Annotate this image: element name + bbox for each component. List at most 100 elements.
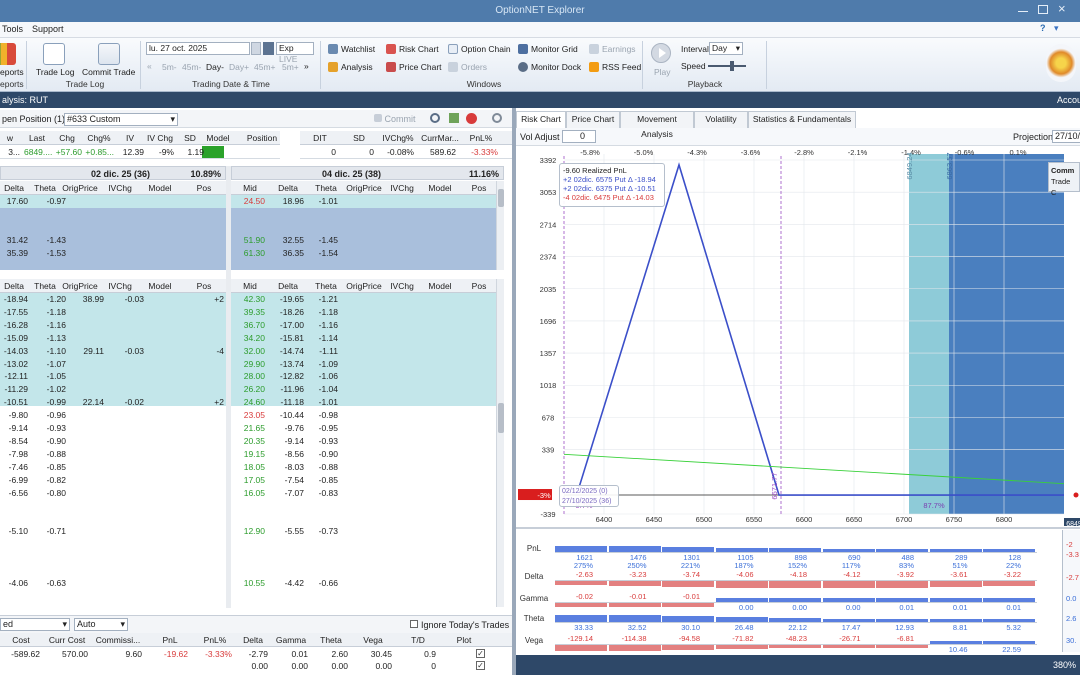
put-delta: -9.14 bbox=[8, 423, 28, 433]
greek-value-theta: 22.12 bbox=[788, 623, 807, 632]
tab-price-chart[interactable]: Price Chart bbox=[566, 111, 620, 128]
analysis-button[interactable]: Analysis bbox=[328, 62, 373, 72]
put-delta: -7.46 bbox=[8, 461, 28, 472]
maximize-icon[interactable] bbox=[1038, 5, 1048, 14]
greek-bar-gamma bbox=[715, 598, 768, 602]
exp-live-toggle[interactable]: Exp LIVE bbox=[276, 42, 314, 64]
commit-trade-button[interactable]: Commit Trade bbox=[82, 67, 135, 77]
summary-cell: +57.60 bbox=[55, 147, 82, 157]
step-forward-all-icon[interactable]: » bbox=[304, 61, 309, 71]
step-day-back[interactable]: Day- bbox=[206, 62, 224, 72]
top-percent-label: -2.8% bbox=[794, 148, 814, 157]
vol-adjust-input[interactable]: 0 bbox=[562, 130, 596, 143]
call-scrollbar[interactable] bbox=[496, 181, 504, 270]
play-icon[interactable] bbox=[651, 43, 671, 63]
put-theta-right: -1.11 bbox=[319, 345, 338, 356]
greek-value-vega: -114.38 bbox=[621, 634, 647, 643]
earnings-button[interactable]: Earnings bbox=[589, 44, 636, 54]
put-theta: -1.18 bbox=[46, 306, 66, 317]
ignore-today-checkbox[interactable] bbox=[410, 620, 418, 628]
put-delta: -10.51 bbox=[3, 397, 28, 408]
option-chain-button[interactable]: Option Chain bbox=[448, 44, 511, 54]
grid-col-header: Theta bbox=[315, 281, 337, 291]
greek-label-delta: Delta bbox=[524, 572, 544, 581]
put-theta: -0.99 bbox=[46, 397, 66, 408]
auto-select[interactable]: Auto ▾ bbox=[74, 618, 128, 631]
step-5m-forward[interactable]: 5m+ bbox=[282, 62, 299, 72]
call-theta: -0.97 bbox=[46, 196, 66, 206]
tab-risk-chart[interactable]: Risk Chart bbox=[516, 111, 566, 128]
x-tick-label: 6500 bbox=[696, 515, 713, 524]
menu-support[interactable]: Support bbox=[32, 24, 64, 34]
commission-sub: Trade C bbox=[1051, 177, 1071, 197]
speed-slider[interactable] bbox=[708, 61, 746, 71]
price-chart-button[interactable]: Price Chart bbox=[386, 62, 442, 72]
date-input[interactable]: lu. 27 oct. 2025 bbox=[146, 42, 250, 55]
minimize-icon[interactable] bbox=[1018, 11, 1028, 12]
settings-icon[interactable]: ▾ bbox=[1054, 23, 1059, 34]
close-position-icon[interactable] bbox=[466, 113, 477, 124]
rss-feed-label: RSS Feed bbox=[602, 62, 642, 72]
grid-col-header: Delta bbox=[278, 183, 298, 193]
greek-pnl-pct: 51% bbox=[952, 561, 968, 570]
commit-button[interactable]: Commit bbox=[374, 114, 416, 124]
orders-button[interactable]: Orders bbox=[448, 62, 487, 72]
step-45m-back[interactable]: 45m- bbox=[182, 62, 201, 72]
projection-input[interactable]: 27/10/ bbox=[1052, 130, 1080, 143]
close-icon[interactable]: × bbox=[1058, 1, 1066, 16]
search-icon[interactable] bbox=[430, 113, 440, 123]
put-scrollbar[interactable] bbox=[496, 279, 504, 607]
tab-movement-analysis[interactable]: Movement Analysis bbox=[620, 111, 694, 139]
x-tick-label: 6450 bbox=[646, 515, 663, 524]
y-tick-label: 2714 bbox=[540, 220, 557, 229]
put-delta-right: -11.96 bbox=[280, 384, 304, 395]
export-icon[interactable] bbox=[449, 113, 459, 123]
call-scroll-thumb[interactable] bbox=[498, 189, 504, 207]
tab-volatility[interactable]: Volatility bbox=[694, 111, 748, 128]
reports-button[interactable]: eports bbox=[0, 67, 24, 77]
reports-icon[interactable] bbox=[0, 43, 16, 65]
vol-adjust-label: Vol Adjust bbox=[520, 132, 560, 142]
calendar-icon[interactable] bbox=[251, 42, 261, 55]
monitor-dock-button[interactable]: Monitor Dock bbox=[518, 62, 581, 72]
plot-checkbox[interactable]: ✓ bbox=[476, 661, 485, 670]
tab-statistics-fundamentals[interactable]: Statistics & Fundamentals bbox=[748, 111, 856, 128]
step-45m-forward[interactable]: 45m+ bbox=[254, 62, 276, 72]
speed-slider-handle[interactable] bbox=[730, 61, 734, 71]
greek-bar-pnl bbox=[983, 549, 1035, 552]
gear-icon[interactable] bbox=[492, 113, 502, 123]
put-delta-right: -7.07 bbox=[284, 487, 304, 498]
put-theta-right: -0.85 bbox=[318, 474, 338, 485]
step-back-all-icon[interactable]: « bbox=[147, 61, 152, 71]
rss-feed-button[interactable]: RSS Feed bbox=[589, 62, 641, 72]
commit-trade-icon[interactable] bbox=[98, 43, 120, 65]
risk-chart-button[interactable]: Risk Chart bbox=[386, 44, 439, 54]
exp2-header: 04 dic. 25 (38) 11.16% bbox=[231, 166, 504, 180]
menu-tools[interactable]: Tools bbox=[2, 24, 23, 34]
interval-select[interactable]: Day ▾ bbox=[709, 42, 743, 55]
watchlist-button[interactable]: Watchlist bbox=[328, 44, 375, 54]
monitor-grid-button[interactable]: Monitor Grid bbox=[518, 44, 578, 54]
play-label[interactable]: Play bbox=[654, 67, 671, 77]
plot-checkbox[interactable]: ✓ bbox=[476, 649, 485, 658]
put-ivchg: -0.03 bbox=[124, 294, 144, 304]
trade-log-icon[interactable] bbox=[43, 43, 65, 65]
trade-log-button[interactable]: Trade Log bbox=[36, 67, 74, 77]
put-scroll-thumb[interactable] bbox=[498, 403, 504, 433]
put-delta: -7.98 bbox=[8, 448, 28, 459]
chevron-down-icon: ▾ bbox=[170, 114, 175, 124]
auto-select-value: Auto bbox=[77, 619, 96, 629]
help-icon[interactable]: ? bbox=[1040, 23, 1046, 33]
dit-col-header: DIT bbox=[313, 133, 327, 143]
interval-value: Day bbox=[712, 43, 728, 53]
step-day-forward[interactable]: Day+ bbox=[229, 62, 249, 72]
dit-col-header: SD bbox=[353, 133, 365, 143]
position-select[interactable]: #633 Custom ▾ bbox=[64, 113, 178, 126]
dit-cell: -3.33% bbox=[471, 147, 498, 157]
group-select[interactable]: ed ▾ bbox=[0, 618, 70, 631]
hourglass-icon[interactable] bbox=[263, 42, 274, 55]
summary-col-header: Commissi... bbox=[95, 635, 141, 645]
ribbon: eports eports Trade Log Commit Trade Tra… bbox=[0, 38, 1080, 92]
step-5m-back[interactable]: 5m- bbox=[162, 62, 177, 72]
greek-bar-vega bbox=[929, 641, 982, 644]
